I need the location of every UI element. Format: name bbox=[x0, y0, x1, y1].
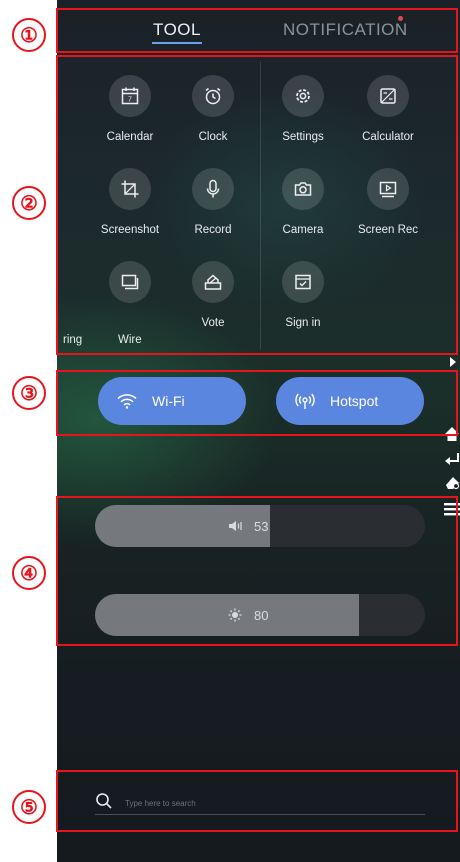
annotation-marker-4: ④ bbox=[12, 556, 46, 590]
annotation-box-5 bbox=[56, 770, 458, 832]
annotation-marker-2: ② bbox=[12, 186, 46, 220]
annotation-marker-1: ① bbox=[12, 18, 46, 52]
annotation-box-2 bbox=[56, 55, 458, 355]
annotation-marker-5: ⑤ bbox=[12, 790, 46, 824]
back-icon[interactable] bbox=[444, 450, 460, 471]
annotation-box-4 bbox=[56, 496, 458, 646]
annotation-box-1 bbox=[56, 8, 458, 53]
eraser-icon[interactable] bbox=[444, 474, 460, 495]
annotation-marker-3: ③ bbox=[12, 376, 46, 410]
annotation-box-3 bbox=[56, 370, 458, 436]
